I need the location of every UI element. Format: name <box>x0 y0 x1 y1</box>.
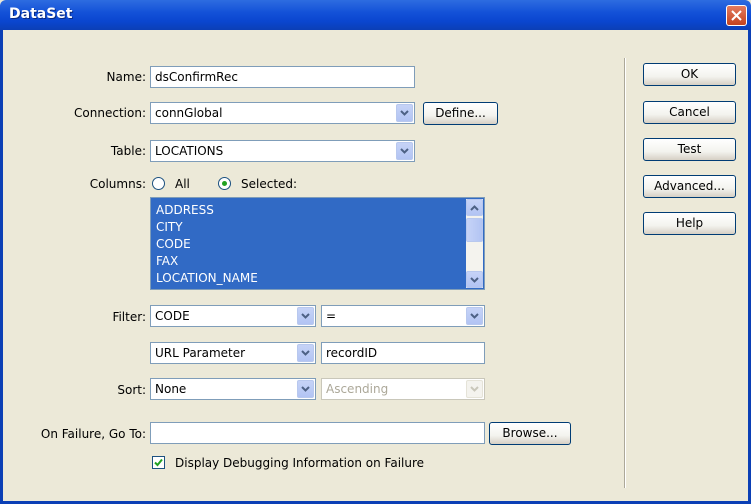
filter-label: Filter: <box>112 310 146 324</box>
failure-label: On Failure, Go To: <box>40 427 146 441</box>
list-item[interactable]: FAX <box>156 253 178 269</box>
chevron-down-icon[interactable] <box>297 307 314 325</box>
columns-selected-radio[interactable] <box>218 177 231 190</box>
connection-select[interactable]: connGlobal <box>150 102 415 124</box>
filter-source-value: URL Parameter <box>155 346 246 360</box>
list-item[interactable]: LOCATION_NAME <box>156 270 258 286</box>
advanced-button[interactable]: Advanced... <box>643 175 736 198</box>
chevron-down-icon[interactable] <box>396 142 413 160</box>
cancel-button[interactable]: Cancel <box>643 101 736 124</box>
columns-label: Columns: <box>89 177 146 191</box>
sort-label: Sort: <box>117 383 146 397</box>
failure-url-field[interactable] <box>150 422 485 444</box>
vertical-divider <box>624 58 625 488</box>
list-item[interactable]: ADDRESS <box>156 202 214 218</box>
chevron-down-icon[interactable] <box>466 307 483 325</box>
name-field[interactable]: dsConfirmRec <box>150 66 415 88</box>
table-value: LOCATIONS <box>155 144 224 158</box>
chevron-down-icon <box>466 380 483 398</box>
sort-order-select: Ascending <box>321 378 485 400</box>
radio-dot-icon <box>222 181 227 186</box>
table-select[interactable]: LOCATIONS <box>150 140 415 162</box>
window-title: DataSet <box>9 6 73 22</box>
arrow-down-icon <box>470 276 479 283</box>
filter-source-select[interactable]: URL Parameter <box>150 342 316 364</box>
columns-listbox[interactable]: ADDRESS CITY CODE FAX LOCATION_NAME <box>150 197 485 290</box>
filter-column-select[interactable]: CODE <box>150 305 316 327</box>
chevron-down-icon[interactable] <box>396 104 413 122</box>
connection-label: Connection: <box>74 106 146 120</box>
connection-value: connGlobal <box>155 106 223 120</box>
ok-button[interactable]: OK <box>643 63 736 86</box>
test-button[interactable]: Test <box>643 138 736 161</box>
columns-scrollbar[interactable] <box>466 199 483 288</box>
checkmark-icon <box>154 458 163 467</box>
window-frame-left <box>0 30 3 504</box>
columns-all-radio[interactable] <box>152 177 165 190</box>
scroll-thumb[interactable] <box>466 218 483 242</box>
columns-selected-label: Selected: <box>241 177 298 191</box>
name-label: Name: <box>106 70 146 84</box>
list-item[interactable]: CODE <box>156 236 191 252</box>
filter-column-value: CODE <box>155 309 190 323</box>
filter-value-field[interactable]: recordID <box>321 342 485 364</box>
filter-operator-value: = <box>326 309 337 323</box>
scroll-down-button[interactable] <box>466 271 483 288</box>
browse-button[interactable]: Browse... <box>489 422 571 445</box>
columns-all-label: All <box>175 177 190 191</box>
debug-checkbox[interactable] <box>152 456 165 469</box>
dataset-dialog: DataSet Name: dsConfirmRec Connection: c… <box>0 0 751 504</box>
arrow-up-icon <box>470 204 479 211</box>
chevron-down-icon[interactable] <box>297 380 314 398</box>
filter-operator-select[interactable]: = <box>321 305 485 327</box>
close-button[interactable] <box>726 5 747 26</box>
sort-column-value: None <box>155 382 187 396</box>
chevron-down-icon[interactable] <box>297 344 314 362</box>
table-label: Table: <box>110 144 146 158</box>
sort-column-select[interactable]: None <box>150 378 316 400</box>
list-item[interactable]: CITY <box>156 219 183 235</box>
sort-order-value: Ascending <box>326 382 389 396</box>
define-button[interactable]: Define... <box>423 102 498 125</box>
close-icon <box>731 10 742 21</box>
title-bar[interactable]: DataSet <box>0 0 751 30</box>
scroll-up-button[interactable] <box>466 199 483 216</box>
debug-label: Display Debugging Information on Failure <box>175 456 425 470</box>
help-button[interactable]: Help <box>643 212 736 235</box>
